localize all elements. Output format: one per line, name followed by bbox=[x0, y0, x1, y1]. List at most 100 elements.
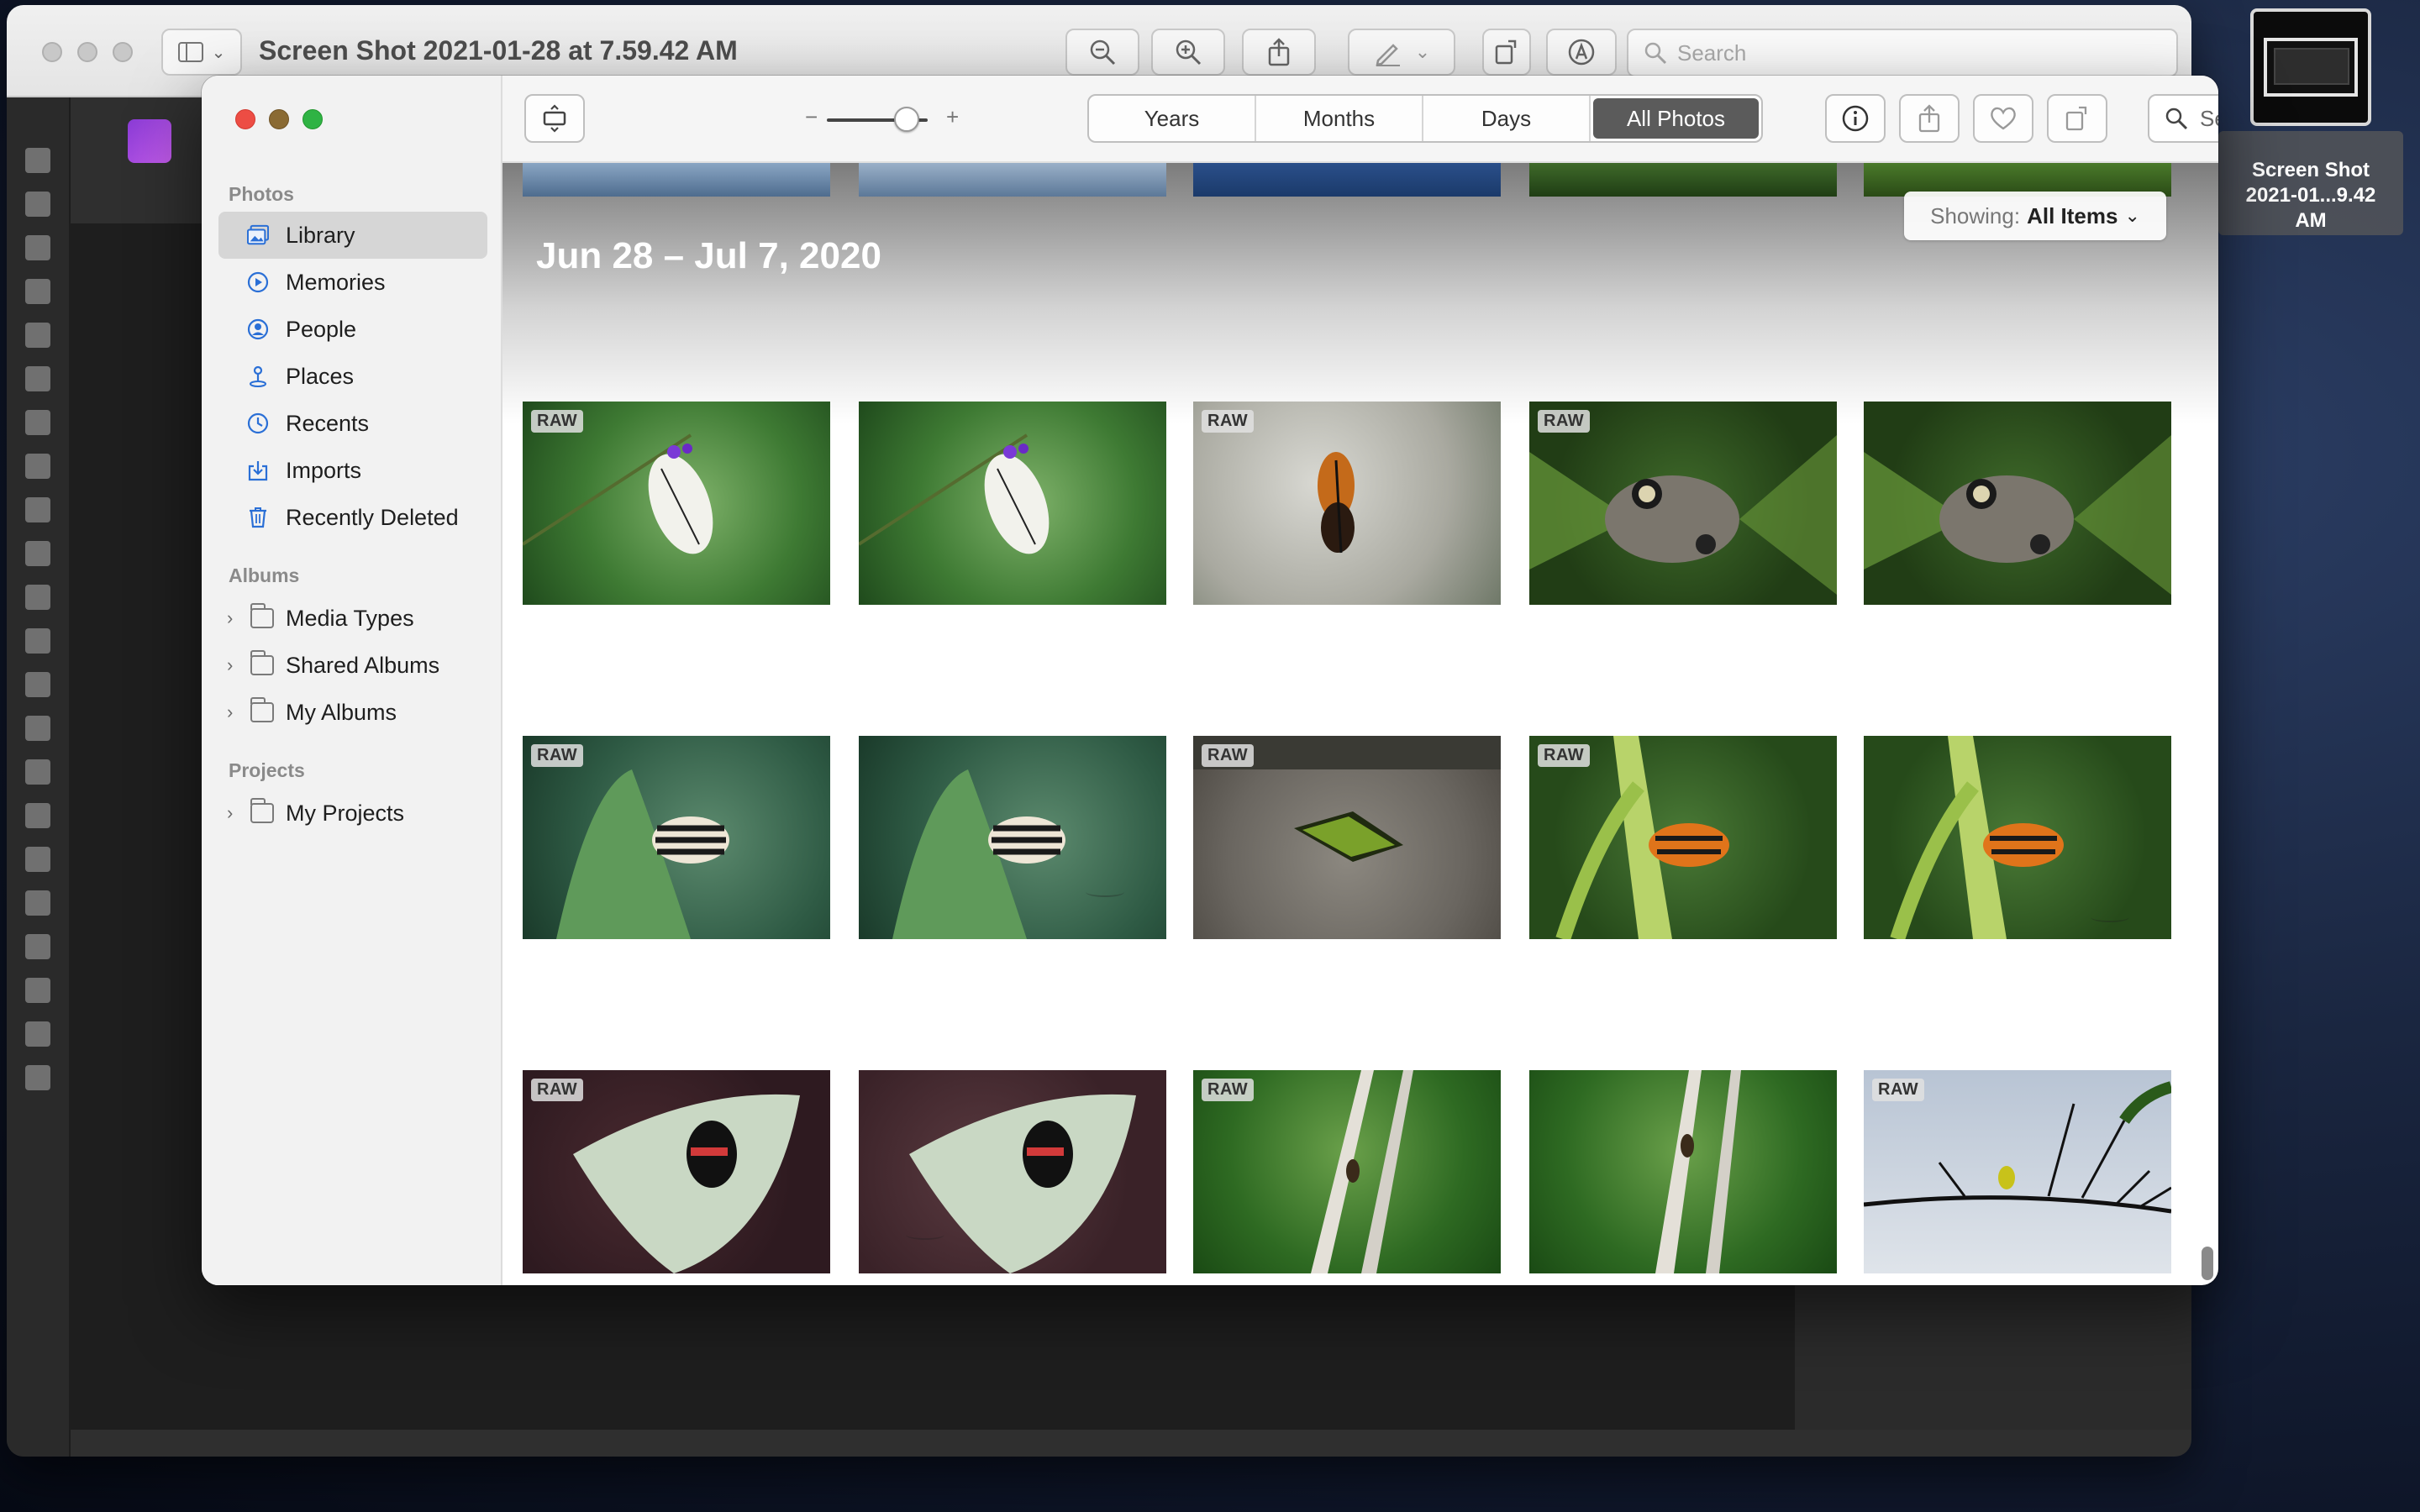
imports-icon bbox=[247, 459, 269, 481]
heart-icon bbox=[1991, 107, 2016, 130]
aspect-ratio-icon bbox=[543, 104, 566, 133]
raw-badge: RAW bbox=[1202, 410, 1255, 433]
sidebar-item-label: Recents bbox=[286, 410, 370, 436]
affinity-photo-app-icon[interactable] bbox=[128, 119, 171, 163]
chevron-down-icon: ⌄ bbox=[1414, 41, 1431, 62]
photo-thumbnail[interactable]: RAW bbox=[523, 402, 830, 605]
tab-days[interactable]: Days bbox=[1423, 96, 1591, 141]
disclosure-chevron-icon[interactable]: › bbox=[227, 802, 239, 824]
library-icon bbox=[247, 224, 269, 246]
bg-close-button[interactable] bbox=[42, 42, 62, 62]
tab-months[interactable]: Months bbox=[1256, 96, 1423, 141]
bg-zoom-in-button[interactable] bbox=[1151, 29, 1225, 76]
watermark-signature bbox=[1086, 887, 1124, 897]
photo-thumbnail[interactable] bbox=[1864, 736, 2171, 939]
sidebar-item-recents[interactable]: Recents bbox=[218, 400, 487, 447]
sidebar-item-memories[interactable]: Memories bbox=[218, 259, 487, 306]
raw-badge: RAW bbox=[531, 1079, 584, 1101]
desktop-file-label: Screen Shot 2021-01...9.42 AM bbox=[2218, 131, 2403, 235]
bg-rotate-button[interactable] bbox=[1482, 29, 1531, 76]
sidebar-icon bbox=[177, 42, 203, 62]
sidebar-item-recently-deleted[interactable]: Recently Deleted bbox=[218, 494, 487, 541]
albums-section-header: Albums bbox=[229, 564, 300, 586]
sidebar-item-label: My Albums bbox=[286, 699, 397, 725]
sidebar-item-people[interactable]: People bbox=[218, 306, 487, 353]
raw-badge: RAW bbox=[1538, 744, 1591, 767]
disclosure-chevron-icon[interactable]: › bbox=[227, 654, 239, 676]
sidebar-item-my-projects[interactable]: › My Projects bbox=[218, 790, 487, 837]
photo-thumbnail[interactable]: RAW bbox=[1529, 736, 1837, 939]
showing-filter-button[interactable]: Showing: All Items ⌄ bbox=[1904, 192, 2166, 240]
zoom-slider-thumb[interactable] bbox=[894, 107, 919, 132]
sidebar-item-label: Media Types bbox=[286, 605, 414, 631]
rotate-icon bbox=[2065, 106, 2087, 131]
bg-tool-palette bbox=[7, 97, 71, 1457]
sidebar-item-library[interactable]: Library bbox=[218, 212, 487, 259]
sidebar-item-media-types[interactable]: › Media Types bbox=[218, 595, 487, 642]
photo-thumbnail[interactable]: RAW bbox=[1193, 402, 1501, 605]
slideshow-aspect-button[interactable] bbox=[524, 94, 585, 143]
raw-badge: RAW bbox=[531, 410, 584, 433]
projects-section-header: Projects bbox=[229, 759, 305, 781]
photo-thumbnail[interactable] bbox=[859, 402, 1166, 605]
zoom-out-icon bbox=[1090, 39, 1116, 66]
raw-badge: RAW bbox=[1872, 1079, 1925, 1101]
info-button[interactable] bbox=[1825, 94, 1886, 143]
bg-zoom-out-button[interactable] bbox=[1065, 29, 1139, 76]
traffic-lights bbox=[235, 109, 323, 129]
photo-thumbnail-partial[interactable] bbox=[859, 163, 1166, 197]
photo-thumbnail[interactable] bbox=[859, 1070, 1166, 1273]
zoom-button[interactable] bbox=[302, 109, 323, 129]
search-field[interactable]: Search bbox=[2148, 94, 2218, 143]
bg-zoom-button[interactable] bbox=[113, 42, 133, 62]
disclosure-chevron-icon[interactable]: › bbox=[227, 701, 239, 723]
bg-sidebar-toggle-button[interactable]: ⌄ bbox=[161, 29, 242, 76]
screenshot-thumbnail bbox=[2250, 8, 2371, 126]
desktop-file-icon[interactable]: Screen Shot 2021-01...9.42 AM bbox=[2218, 8, 2403, 235]
photo-thumbnail[interactable] bbox=[859, 736, 1166, 939]
tab-years[interactable]: Years bbox=[1089, 96, 1256, 141]
bg-minimize-button[interactable] bbox=[77, 42, 97, 62]
disclosure-chevron-icon[interactable]: › bbox=[227, 607, 239, 629]
photo-thumbnail[interactable]: RAW bbox=[1193, 1070, 1501, 1273]
photo-thumbnail-partial[interactable] bbox=[1193, 163, 1501, 197]
bg-annotate-button[interactable] bbox=[1546, 29, 1617, 76]
favorite-button[interactable] bbox=[1973, 94, 2033, 143]
minimize-button[interactable] bbox=[269, 109, 289, 129]
recents-icon bbox=[247, 412, 269, 434]
photo-thumbnail[interactable] bbox=[1529, 1070, 1837, 1273]
bg-search-field[interactable]: Search bbox=[1627, 29, 2178, 77]
photo-thumbnail[interactable]: RAW bbox=[1529, 402, 1837, 605]
search-icon bbox=[1644, 42, 1667, 65]
vertical-scrollbar-thumb[interactable] bbox=[2202, 1247, 2213, 1280]
memories-icon bbox=[247, 271, 269, 293]
share-icon bbox=[1918, 104, 1940, 133]
sidebar-item-my-albums[interactable]: › My Albums bbox=[218, 689, 487, 736]
pen-icon bbox=[1376, 44, 1400, 66]
sidebar-item-label: Imports bbox=[286, 457, 362, 483]
chevron-down-icon: ⌄ bbox=[211, 43, 226, 62]
rotate-button[interactable] bbox=[2047, 94, 2107, 143]
toolbar: − + Years Months Days All Photos Search bbox=[502, 76, 2218, 163]
bg-share-button[interactable] bbox=[1242, 29, 1316, 76]
close-button[interactable] bbox=[235, 109, 255, 129]
bg-markup-button[interactable]: ⌄ bbox=[1348, 29, 1455, 76]
photo-thumbnail[interactable]: RAW bbox=[1864, 1070, 2171, 1273]
tab-all-photos[interactable]: All Photos bbox=[1593, 98, 1759, 139]
sidebar-item-imports[interactable]: Imports bbox=[218, 447, 487, 494]
photo-thumbnail[interactable]: RAW bbox=[1193, 736, 1501, 939]
sidebar-item-label: Shared Albums bbox=[286, 652, 440, 678]
photo-thumbnail-partial[interactable] bbox=[1529, 163, 1837, 197]
photo-thumbnail[interactable] bbox=[1864, 402, 2171, 605]
photo-thumbnail[interactable]: RAW bbox=[523, 736, 830, 939]
showing-label: Showing: bbox=[1930, 202, 2021, 228]
sidebar-item-places[interactable]: Places bbox=[218, 353, 487, 400]
folder-icon bbox=[250, 603, 274, 628]
share-icon bbox=[1268, 38, 1290, 66]
sidebar-item-shared-albums[interactable]: › Shared Albums bbox=[218, 642, 487, 689]
search-icon bbox=[2165, 108, 2188, 130]
photo-thumbnail-partial[interactable] bbox=[523, 163, 830, 197]
photo-thumbnail[interactable]: RAW bbox=[523, 1070, 830, 1273]
raw-badge: RAW bbox=[531, 744, 584, 767]
share-button[interactable] bbox=[1899, 94, 1960, 143]
